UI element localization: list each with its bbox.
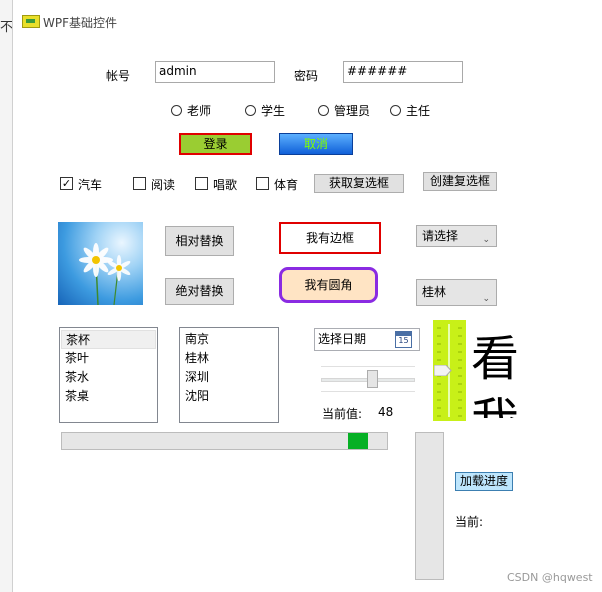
slider-tick-line	[321, 366, 415, 367]
list-item[interactable]: 桂林	[181, 349, 277, 368]
radio-director-label: 主任	[406, 104, 431, 118]
checkbox-sports-label: 体育	[274, 178, 299, 192]
password-label: 密码	[294, 69, 319, 83]
flower-image	[58, 222, 143, 305]
big-text-line2: 我	[471, 392, 519, 418]
cancel-button[interactable]: 取消	[279, 133, 353, 155]
vertical-progress-panel	[415, 432, 444, 580]
progress-bar	[61, 432, 388, 450]
chevron-down-icon: ⌄	[482, 294, 490, 304]
password-input[interactable]: ######	[343, 61, 463, 83]
progress-fill	[348, 433, 368, 449]
radio-admin[interactable]	[318, 105, 329, 116]
radio-director[interactable]	[390, 105, 401, 116]
load-progress-button[interactable]: 加载进度	[455, 472, 513, 491]
checkbox-reading[interactable]	[133, 177, 146, 190]
radio-teacher[interactable]	[171, 105, 182, 116]
combo-city[interactable]: 桂林 ⌄	[416, 279, 497, 306]
list-item[interactable]: 茶水	[61, 368, 156, 387]
absolute-replace-button[interactable]: 绝对替换	[165, 278, 234, 305]
watermark: CSDN @hqwest	[507, 571, 593, 584]
app-icon	[22, 15, 40, 28]
checkbox-singing[interactable]	[195, 177, 208, 190]
create-checkboxes-button[interactable]: 创建复选框	[423, 172, 497, 191]
date-picker-placeholder: 选择日期	[318, 332, 367, 346]
checkbox-singing-label: 唱歌	[213, 178, 238, 192]
big-text-panel: 看 我	[466, 320, 526, 418]
current-label: 当前:	[455, 515, 484, 529]
radio-student-label: 学生	[261, 104, 286, 118]
checkbox-sports[interactable]	[256, 177, 269, 190]
slider-value: 48	[378, 405, 394, 419]
slider-tick-line	[321, 391, 415, 392]
bordered-box: 我有边框	[279, 222, 381, 254]
rounded-box: 我有圆角	[279, 267, 378, 303]
list-item[interactable]: 南京	[181, 330, 277, 349]
combo-select[interactable]: 请选择 ⌄	[416, 225, 497, 247]
list-item[interactable]: 茶叶	[61, 349, 156, 368]
radio-admin-label: 管理员	[334, 104, 371, 118]
list-item[interactable]: 茶杯	[61, 330, 156, 349]
city-listbox[interactable]: 南京 桂林 深圳 沈阳	[179, 327, 279, 423]
login-button[interactable]: 登录	[179, 133, 252, 155]
account-label: 帐号	[106, 69, 131, 83]
checkbox-reading-label: 阅读	[151, 178, 176, 192]
calendar-day: 15	[398, 336, 409, 345]
combo-city-value: 桂林	[422, 285, 447, 299]
big-text-line1: 看	[471, 331, 520, 387]
radio-teacher-label: 老师	[187, 104, 212, 118]
list-item[interactable]: 茶桌	[61, 387, 156, 406]
list-item[interactable]: 沈阳	[181, 387, 277, 406]
slider-value-label: 当前值:	[322, 407, 363, 421]
get-checkboxes-button[interactable]: 获取复选框	[314, 174, 404, 193]
list-item[interactable]: 深圳	[181, 368, 277, 387]
relative-replace-button[interactable]: 相对替换	[165, 226, 234, 256]
radio-student[interactable]	[245, 105, 256, 116]
checkbox-car-label: 汽车	[78, 178, 103, 192]
chevron-down-icon: ⌄	[482, 235, 490, 245]
vertical-slider-thumb[interactable]	[433, 364, 452, 377]
combo-select-value: 请选择	[422, 229, 459, 243]
account-input[interactable]: admin	[155, 61, 275, 83]
tea-listbox[interactable]: 茶杯 茶叶 茶水 茶桌	[59, 327, 158, 423]
slider-thumb[interactable]	[366, 370, 378, 388]
calendar-icon[interactable]: 15	[395, 331, 412, 348]
checkbox-car[interactable]: ✓	[60, 177, 73, 190]
window-title: WPF基础控件	[43, 16, 118, 30]
